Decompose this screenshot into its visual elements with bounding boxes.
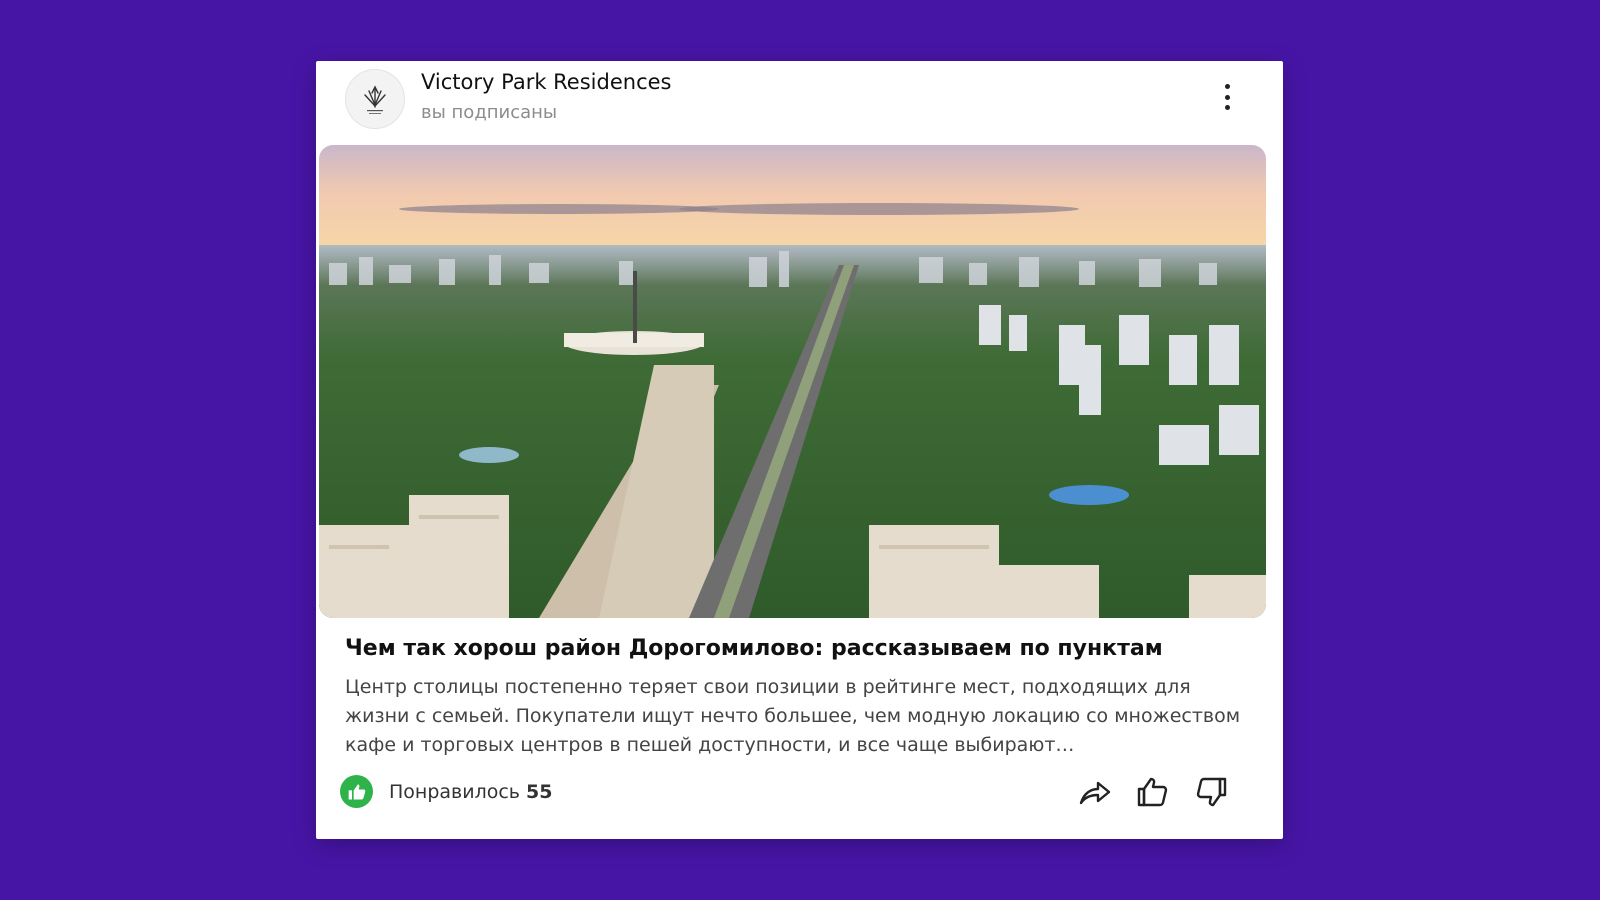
more-vertical-icon [1224, 84, 1230, 89]
dislike-button[interactable] [1192, 773, 1230, 811]
share-icon [1079, 781, 1111, 805]
channel-name[interactable]: Victory Park Residences [421, 70, 671, 94]
victory-park-logo-icon [364, 85, 386, 114]
article-title[interactable]: Чем так хорош район Дорогомилово: расска… [345, 636, 1163, 661]
aerial-city-park-photo [319, 145, 1266, 618]
card-header: Victory Park Residences вы подписаны [316, 61, 1283, 145]
like-icon [1137, 777, 1168, 807]
likes-label: Понравилось [389, 781, 520, 803]
dislike-icon [1196, 777, 1227, 807]
card-footer: Понравилось 55 [316, 767, 1283, 817]
subscription-status: вы подписаны [421, 102, 558, 123]
likes-badge [340, 775, 373, 808]
more-options-button[interactable] [1215, 79, 1239, 115]
likes-count: 55 [526, 781, 553, 803]
thumbs-up-icon [348, 784, 365, 799]
article-snippet[interactable]: Центр столицы постепенно теряет свои поз… [345, 673, 1245, 760]
like-button[interactable] [1134, 773, 1172, 811]
share-button[interactable] [1076, 773, 1114, 811]
channel-avatar[interactable] [345, 69, 405, 129]
feed-card: Victory Park Residences вы подписаны Чем… [316, 61, 1283, 839]
likes-summary: Понравилось 55 [389, 781, 553, 803]
article-cover-image[interactable] [319, 145, 1266, 618]
